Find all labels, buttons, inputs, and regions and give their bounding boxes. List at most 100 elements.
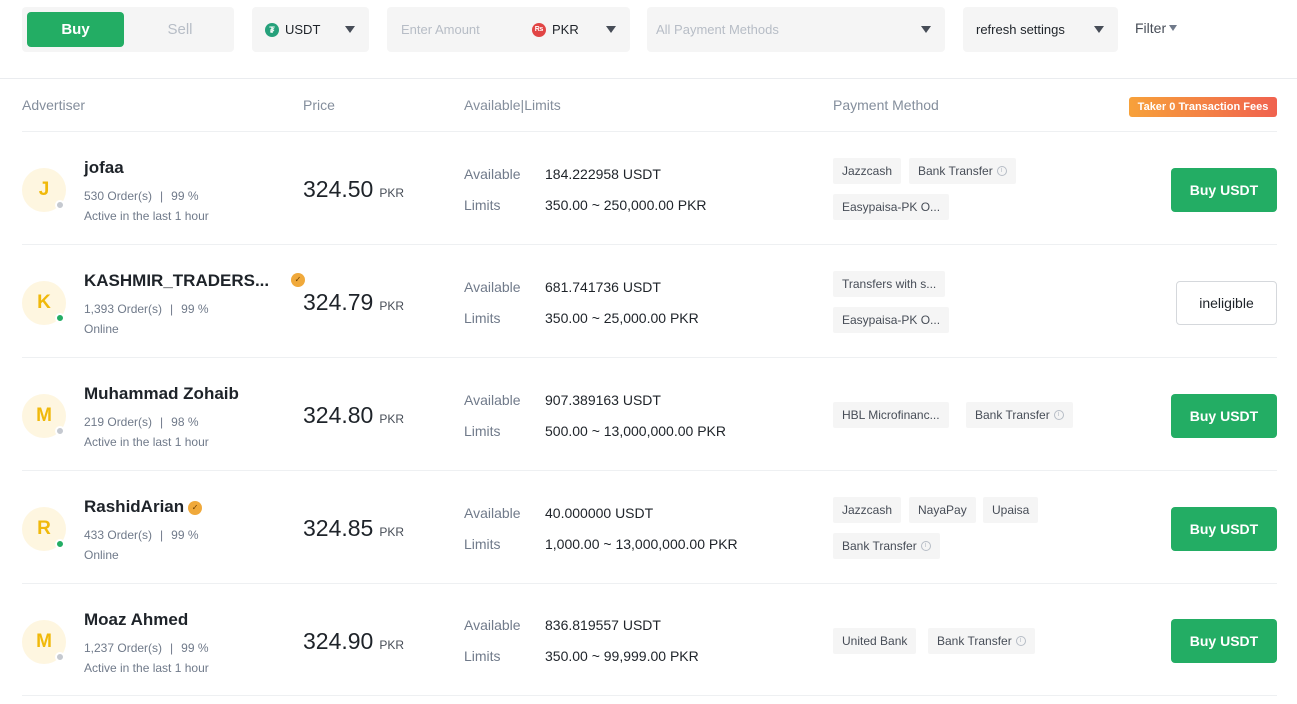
info-icon[interactable]: i	[1053, 410, 1064, 420]
fiat-select[interactable]: ₨ PKR	[532, 22, 579, 37]
payment-tag-label: Bank Transfer	[937, 634, 1012, 648]
available-value: 907.389163 USDT	[545, 392, 661, 408]
buy-usdt-button[interactable]: Buy USDT	[1171, 168, 1277, 212]
ineligible-button[interactable]: ineligible	[1176, 281, 1277, 325]
chevron-down-icon	[345, 26, 355, 33]
filter-label: Filter	[1135, 20, 1167, 36]
status-dot	[55, 426, 65, 436]
payment-tag: Jazzcash	[833, 158, 902, 184]
info-icon[interactable]: i	[920, 541, 931, 551]
buy-usdt-button[interactable]: Buy USDT	[1171, 507, 1277, 551]
buy-usdt-button[interactable]: Buy USDT	[1171, 394, 1277, 438]
advertiser-name[interactable]: Muhammad Zohaib	[84, 384, 239, 404]
payment-tag: NayaPay	[909, 497, 976, 523]
limits-label: Limits	[464, 310, 501, 326]
payment-tag: Easypaisa-PK O...	[833, 194, 950, 220]
advertiser-name[interactable]: KASHMIR_TRADERS...	[84, 271, 269, 291]
available-label: Available	[464, 505, 521, 521]
order-stats: 530 Order(s) | 99 %	[84, 189, 199, 203]
price-currency: PKR	[379, 638, 405, 652]
activity-status: Online	[84, 322, 119, 336]
available-label: Available	[464, 392, 521, 408]
status-dot	[55, 652, 65, 662]
limits-label: Limits	[464, 536, 501, 552]
table-row: R RashidArian ✓ 433 Order(s) | 99 % Online …	[22, 470, 1277, 583]
chevron-down-icon	[606, 26, 616, 33]
price-value: 324.85	[303, 515, 374, 541]
completion-rate: 99 %	[171, 189, 199, 203]
available-value: 40.000000 USDT	[545, 505, 654, 521]
buy-tab[interactable]: Buy	[27, 12, 124, 47]
amount-field[interactable]: Enter Amount ₨ PKR	[387, 7, 630, 52]
payment-tag-label: Bank Transfer	[842, 539, 917, 553]
price-currency: PKR	[379, 525, 405, 539]
info-icon[interactable]: i	[1015, 636, 1026, 646]
status-dot	[55, 539, 65, 549]
buy-sell-toggle: Buy Sell	[22, 7, 234, 52]
chevron-down-icon	[1094, 26, 1104, 33]
completion-rate: 99 %	[181, 302, 209, 316]
advertiser-name-text[interactable]: RashidArian	[84, 497, 184, 516]
header-payment-method: Payment Method	[833, 97, 939, 113]
price: 324.85 PKR	[303, 515, 404, 542]
limits-label: Limits	[464, 648, 501, 664]
price-value: 324.50	[303, 176, 374, 202]
payment-tag-label: Bank Transfer	[918, 164, 993, 178]
buy-usdt-button[interactable]: Buy USDT	[1171, 619, 1277, 663]
filter-button[interactable]: Filter	[1135, 20, 1178, 36]
coin-select[interactable]: ₮ USDT	[252, 7, 369, 52]
limits-value: 500.00 ~ 13,000,000.00 PKR	[545, 423, 726, 439]
price-currency: PKR	[379, 299, 405, 313]
price: 324.90 PKR	[303, 628, 404, 655]
payment-tag: Bank Transfer i	[966, 402, 1073, 428]
price-currency: PKR	[379, 412, 405, 426]
limits-label: Limits	[464, 423, 501, 439]
completion-rate: 99 %	[181, 641, 209, 655]
order-count: 1,237 Order(s)	[84, 641, 163, 655]
price-currency: PKR	[379, 186, 405, 200]
advertiser-name[interactable]: Moaz Ahmed	[84, 610, 188, 630]
limits-value: 350.00 ~ 99,999.00 PKR	[545, 648, 699, 664]
payment-tag: HBL Microfinanc...	[833, 402, 949, 428]
filter-bar: Buy Sell ₮ USDT Enter Amount ₨ PKR All P…	[0, 0, 1297, 79]
fiat-select-value: PKR	[552, 22, 579, 37]
triangle-down-icon	[1169, 25, 1178, 31]
table-row: J jofaa 530 Order(s) | 99 % Active in the …	[22, 131, 1277, 244]
available-value: 184.222958 USDT	[545, 166, 661, 182]
completion-rate: 98 %	[171, 415, 199, 429]
activity-status: Active in the last 1 hour	[84, 209, 209, 223]
refresh-settings-label: refresh settings	[976, 22, 1065, 37]
price-value: 324.80	[303, 402, 374, 428]
payment-tag: Bank Transfer i	[909, 158, 1016, 184]
completion-rate: 99 %	[171, 528, 199, 542]
advertiser-name[interactable]: jofaa	[84, 158, 124, 178]
chevron-down-icon	[921, 26, 931, 33]
verified-merchant-icon: ✓	[291, 273, 305, 287]
available-value: 836.819557 USDT	[545, 617, 661, 633]
limits-label: Limits	[464, 197, 501, 213]
order-count: 530 Order(s)	[84, 189, 153, 203]
available-label: Available	[464, 617, 521, 633]
order-stats: 1,393 Order(s) | 99 %	[84, 302, 209, 316]
payment-method-select[interactable]: All Payment Methods	[647, 7, 945, 52]
table-row: M Muhammad Zohaib 219 Order(s) | 98 % Acti…	[22, 357, 1277, 470]
sell-tab[interactable]: Sell	[131, 12, 229, 47]
status-dot	[55, 200, 65, 210]
amount-placeholder: Enter Amount	[401, 22, 480, 37]
payment-tag: Bank Transfer i	[833, 533, 940, 559]
table-row: M Moaz Ahmed 1,237 Order(s) | 99 % Active …	[22, 583, 1277, 696]
fee-badge: Taker 0 Transaction Fees	[1129, 97, 1277, 117]
payment-tag: Transfers with s...	[833, 271, 946, 297]
header-price: Price	[303, 97, 335, 113]
limits-value: 1,000.00 ~ 13,000,000.00 PKR	[545, 536, 738, 552]
order-count: 433 Order(s)	[84, 528, 153, 542]
refresh-settings-select[interactable]: refresh settings	[963, 7, 1118, 52]
available-label: Available	[464, 166, 521, 182]
payment-tag-label: Bank Transfer	[975, 408, 1050, 422]
payment-tag: Upaisa	[983, 497, 1039, 523]
activity-status: Active in the last 1 hour	[84, 661, 209, 675]
info-icon[interactable]: i	[996, 166, 1007, 176]
header-advertiser: Advertiser	[22, 97, 86, 113]
verified-merchant-icon: ✓	[188, 501, 203, 515]
payment-tag: Bank Transfer i	[928, 628, 1035, 654]
